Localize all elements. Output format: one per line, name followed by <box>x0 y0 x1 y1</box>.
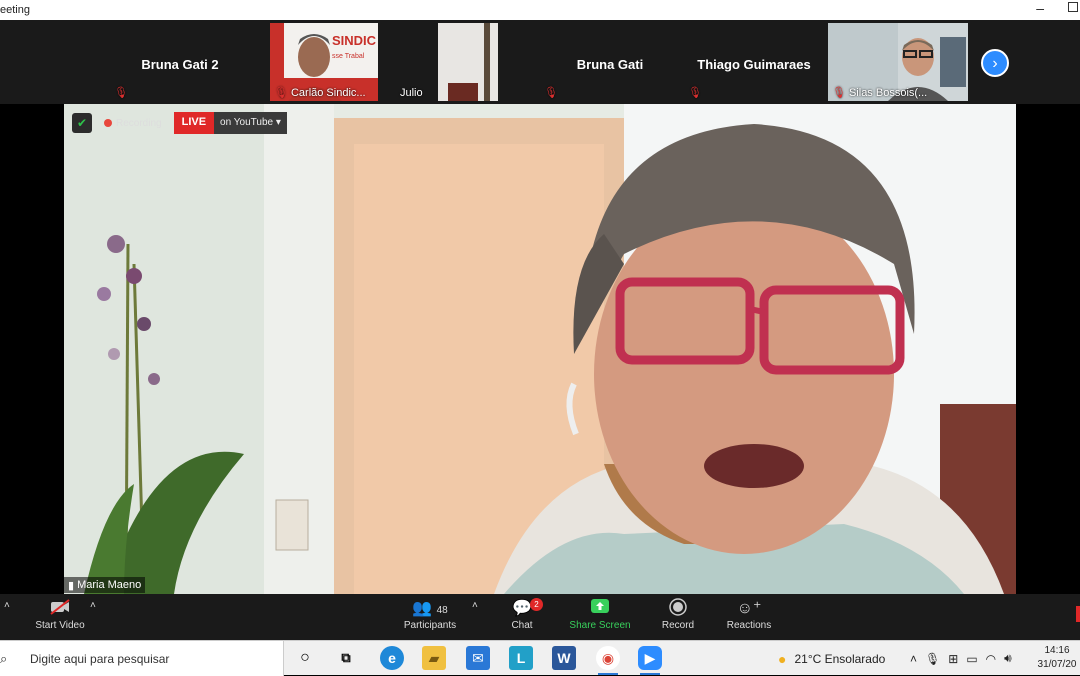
file-explorer-icon[interactable]: ▰ <box>422 646 446 670</box>
active-speaker-video <box>64 104 1016 594</box>
window-title: eeting <box>0 4 30 16</box>
battery-icon[interactable]: ▭ <box>966 652 977 666</box>
participant-tile-julio[interactable]: Julio <box>396 23 498 101</box>
record-button[interactable]: Record <box>638 598 718 631</box>
end-meeting-button[interactable] <box>1076 606 1080 622</box>
record-icon <box>638 598 718 620</box>
weather-text: 21°C Ensolarado <box>794 651 886 666</box>
chat-button[interactable]: 💬 2 Chat <box>482 598 562 631</box>
sun-icon: ● <box>778 650 787 667</box>
mic-muted-icon: 🎙︎ <box>114 87 128 99</box>
banner-text: SINDIC <box>332 33 377 48</box>
mic-muted-icon: 🎙︎ <box>688 87 702 99</box>
chevron-right-icon[interactable]: › <box>981 49 1009 77</box>
participant-tile-bruna-gati-2[interactable]: Bruna Gati 2 🎙︎ <box>110 23 250 101</box>
mic-muted-icon: 🎙︎ <box>274 87 288 99</box>
meeting-toolbar: ˄ Start Video ˄ 👥 48 Participants ˄ 💬 2 … <box>0 594 1080 640</box>
participant-name: Julio <box>400 87 423 99</box>
clock-date: 31/07/20 <box>1037 659 1077 670</box>
speaker-name-tag: ▮ Maria Maeno <box>64 577 146 593</box>
banner-subtext: sse Trabal <box>332 53 365 60</box>
chrome-icon[interactable]: ◉ <box>596 646 620 675</box>
participant-tile-carlao[interactable]: SINDIC sse Trabal 🎙︎ Carlão Sindic... <box>270 23 378 101</box>
participant-strip: Bruna Gati 2 🎙︎ SINDIC sse Trabal 🎙︎ Car… <box>0 20 1080 104</box>
share-screen-label: Share Screen <box>569 620 631 631</box>
chevron-up-icon[interactable]: ˄ <box>910 652 917 666</box>
word-icon[interactable]: W <box>552 646 576 670</box>
minimize-button[interactable]: – <box>1036 0 1044 16</box>
start-video-button[interactable]: Start Video <box>20 598 100 631</box>
participant-tile-silas[interactable]: 🎙︎ Silas Bossois(... <box>828 23 968 101</box>
network-devices-icon[interactable]: ⊞ <box>948 652 958 666</box>
maximize-button[interactable] <box>1068 2 1078 12</box>
clock-time: 14:16 <box>1044 645 1070 656</box>
participant-tile-thiago[interactable]: Thiago Guimaraes 🎙︎ <box>684 23 824 101</box>
chat-badge: 2 <box>530 598 543 611</box>
signal-icon: ▮ <box>68 579 75 592</box>
reactions-button[interactable]: ☺⁺ Reactions <box>709 598 789 631</box>
shield-icon[interactable]: ✔ <box>72 113 92 133</box>
zoom-icon[interactable]: ▶ <box>638 646 662 675</box>
participants-icon: 👥 <box>412 600 433 617</box>
share-screen-icon <box>560 598 640 620</box>
l-app-icon[interactable]: L <box>509 646 533 670</box>
meeting-status-overlay: ✔ Recording LIVE on YouTube ▾ <box>72 112 287 134</box>
live-label: LIVE <box>173 112 215 134</box>
os-taskbar: ⌕ Digite aqui para pesquisar ○ ⧉ e ▰ ✉ L… <box>0 640 1080 676</box>
live-stream-button[interactable]: LIVE on YouTube ▾ <box>173 112 287 134</box>
start-video-label: Start Video <box>35 620 85 631</box>
participant-name: Carlão Sindic... <box>290 86 366 99</box>
system-tray: ˄ 🎙︎ ⊞ ▭ ◠ 🔊︎ <box>910 641 1012 676</box>
reactions-label: Reactions <box>726 620 772 631</box>
reactions-icon: ☺⁺ <box>736 600 762 617</box>
recording-label: Recording <box>116 117 162 129</box>
participant-name: Silas Bossois(... <box>848 86 928 99</box>
record-label: Record <box>661 620 695 631</box>
participant-tile-bruna-gati[interactable]: Bruna Gati 🎙︎ <box>540 23 680 101</box>
video-off-icon <box>20 598 100 620</box>
search-input[interactable]: Digite aqui para pesquisar <box>30 652 169 666</box>
volume-icon[interactable]: 🔊︎ <box>1004 651 1012 666</box>
speaker-video-frame <box>64 104 1016 594</box>
record-dot-icon <box>104 119 112 127</box>
chevron-up-icon[interactable]: ˄ <box>472 600 478 611</box>
speaker-name: Maria Maeno <box>77 579 142 591</box>
chat-icon: 💬 <box>512 600 532 617</box>
participants-button[interactable]: 👥 48 Participants <box>390 598 470 631</box>
chat-label: Chat <box>511 620 533 631</box>
recording-indicator[interactable]: Recording <box>98 116 168 131</box>
search-icon: ⌕ <box>0 650 8 666</box>
participant-name: Thiago Guimaraes <box>697 57 811 72</box>
mic-muted-icon: 🎙︎ <box>544 87 558 99</box>
chevron-up-icon[interactable]: ˄ <box>4 600 10 611</box>
participant-name: Bruna Gati <box>576 57 644 72</box>
chevron-down-icon: ▾ <box>275 117 281 128</box>
wifi-icon[interactable]: ◠ <box>986 652 996 666</box>
share-screen-button[interactable]: Share Screen <box>560 598 640 631</box>
edge-icon[interactable]: e <box>380 646 404 670</box>
window-titlebar: eeting – <box>0 0 1080 20</box>
task-view-icon[interactable]: ⧉ <box>334 646 358 670</box>
mic-muted-icon: 🎙︎ <box>832 87 846 99</box>
chevron-up-icon[interactable]: ˄ <box>90 600 96 611</box>
mail-icon[interactable]: ✉ <box>466 646 490 670</box>
participants-label: Participants <box>403 620 457 631</box>
taskbar-search[interactable]: ⌕ Digite aqui para pesquisar <box>0 641 284 676</box>
participant-name: Bruna Gati 2 <box>141 57 219 72</box>
weather-widget[interactable]: ● 21°C Ensolarado <box>778 641 885 676</box>
microphone-icon[interactable]: 🎙︎ <box>925 652 940 666</box>
taskbar-clock[interactable]: 14:16 31/07/20 <box>1034 644 1080 672</box>
participants-count: 48 <box>436 605 448 616</box>
cortana-icon[interactable]: ○ <box>293 646 317 670</box>
youtube-label: on YouTube <box>220 117 274 128</box>
